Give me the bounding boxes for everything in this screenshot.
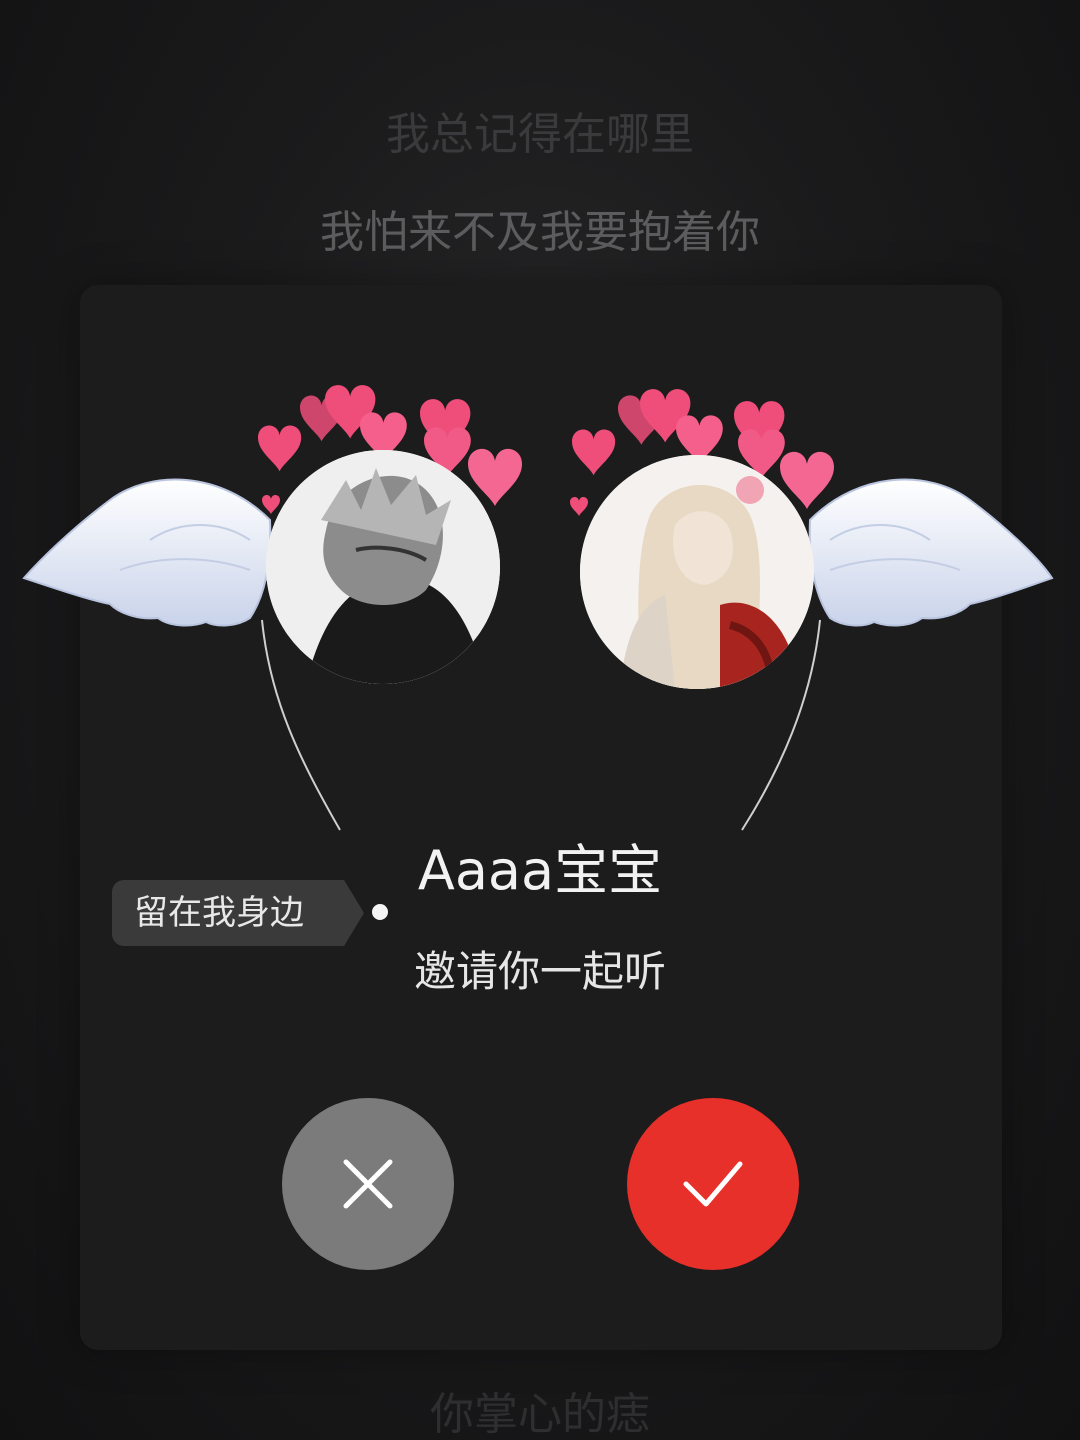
avatar-left[interactable] — [266, 450, 500, 684]
inviter-username: Aaaa宝宝 — [417, 839, 663, 902]
avatar-right[interactable] — [580, 455, 814, 689]
accept-button[interactable] — [627, 1098, 799, 1270]
decline-button[interactable] — [282, 1098, 454, 1270]
avatar-right-image — [580, 455, 814, 689]
song-tag: 留在我身边 — [112, 880, 364, 946]
check-icon — [683, 1161, 743, 1207]
right-wing-icon — [808, 478, 1054, 627]
close-icon — [343, 1159, 393, 1209]
listen-together-invite-screen: 我总记得在哪里 我怕来不及我要抱着你 Aaaa宝宝 留在我身边 邀请你一起听 你… — [0, 0, 1080, 1440]
tag-pointer-dot — [372, 904, 388, 920]
left-wing-icon — [22, 478, 272, 627]
wings-and-hearts-decoration — [22, 385, 1054, 831]
invite-message: 邀请你一起听 — [413, 947, 666, 996]
lyric-next: 你掌心的痣 — [430, 1389, 650, 1440]
avatar-left-image — [266, 450, 500, 684]
